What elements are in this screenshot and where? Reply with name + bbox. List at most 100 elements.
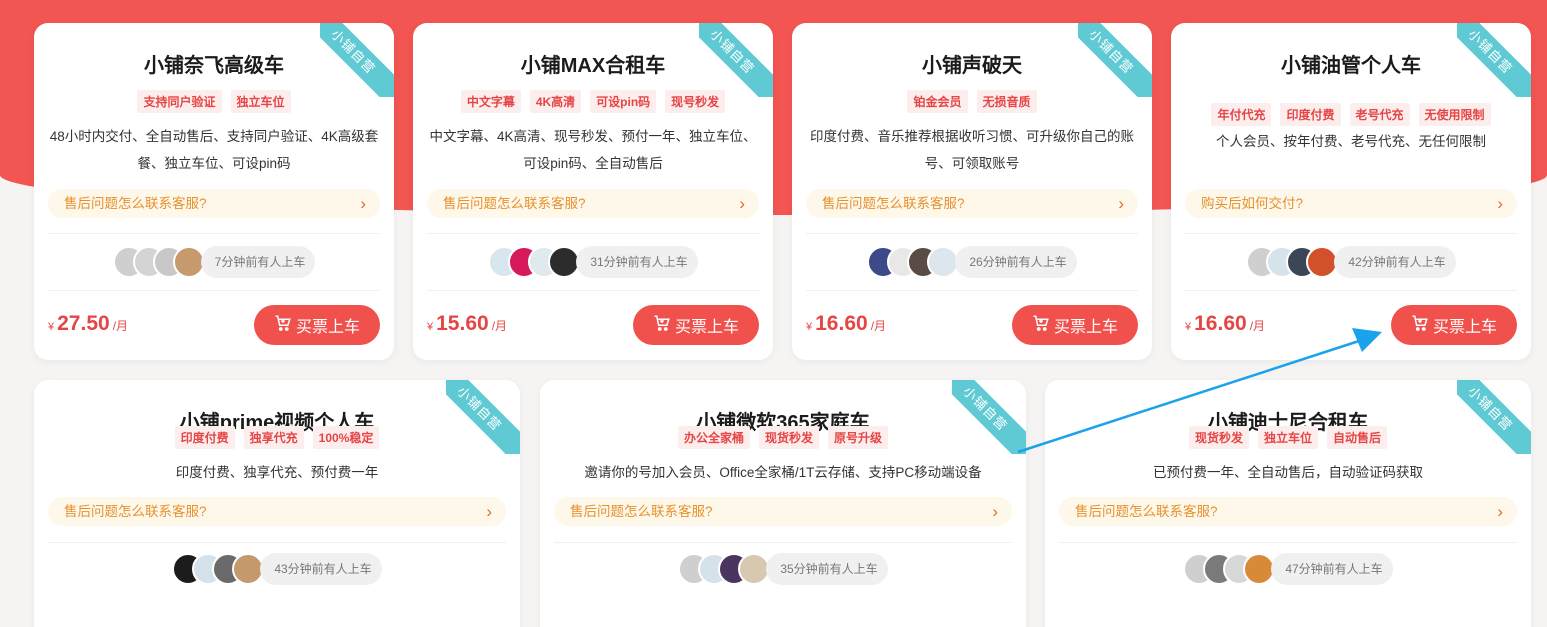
tag-list: 年付代充 印度付费 老号代充 无使用限制 bbox=[1171, 103, 1531, 126]
divider bbox=[48, 233, 380, 234]
cart-icon bbox=[1411, 314, 1429, 337]
chevron-right-icon: › bbox=[739, 194, 745, 213]
product-card[interactable]: 小铺自营 小铺奈飞高级车 支持同户验证 独立车位 48小时内交付、全自动售后、支持同户验… bbox=[34, 23, 394, 360]
chevron-right-icon: › bbox=[486, 502, 492, 521]
recent-rider-badge: 35分钟前有人上车 bbox=[766, 553, 888, 585]
product-card[interactable]: 小铺自营 小铺声破天 铂金会员 无损音质 印度付费、音乐推荐根据收听习惯、可升级你自己的… bbox=[792, 23, 1152, 360]
price-unit: /月 bbox=[491, 319, 508, 333]
product-card[interactable]: 小铺自营 小铺微软365家庭车 办公全家桶 现货秒发 原号升级 邀请你的号加入会员、Off… bbox=[540, 380, 1026, 627]
currency-symbol: ¥ bbox=[48, 321, 55, 333]
recent-rider-badge: 43分钟前有人上车 bbox=[260, 553, 382, 585]
feature-tag: 办公全家桶 bbox=[677, 426, 750, 449]
feature-tag: 无损音质 bbox=[976, 90, 1037, 113]
feature-tag: 独享代充 bbox=[243, 426, 304, 449]
faq-link[interactable]: 售后问题怎么联系客服? › bbox=[48, 189, 380, 218]
chevron-right-icon: › bbox=[1497, 502, 1503, 521]
recent-riders: 43分钟前有人上车 bbox=[34, 553, 520, 585]
recent-rider-badge: 31分钟前有人上车 bbox=[576, 246, 698, 278]
avatar-group bbox=[172, 553, 265, 585]
recent-riders: 7分钟前有人上车 bbox=[34, 246, 394, 278]
buy-ticket-button[interactable]: 买票上车 bbox=[633, 305, 759, 345]
avatar-group bbox=[678, 553, 771, 585]
buy-ticket-button[interactable]: 买票上车 bbox=[1012, 305, 1138, 345]
tag-list: 支持同户验证 独立车位 bbox=[34, 90, 394, 113]
tag-list: 中文字幕 4K高清 可设pin码 现号秒发 bbox=[413, 90, 773, 113]
divider bbox=[48, 290, 380, 291]
feature-tag: 现号秒发 bbox=[665, 90, 726, 113]
faq-link[interactable]: 售后问题怎么联系客服? › bbox=[806, 189, 1138, 218]
feature-tag: 中文字幕 bbox=[460, 90, 521, 113]
divider bbox=[1185, 290, 1517, 291]
product-card[interactable]: 小铺自营 小铺迪士尼合租车 现货秒发 独立车位 自动售后 已预付费一年、全自动售后，自动验… bbox=[1045, 380, 1531, 627]
feature-tag: 独立车位 bbox=[230, 90, 291, 113]
recent-riders: 42分钟前有人上车 bbox=[1171, 246, 1531, 278]
feature-tag: 独立车位 bbox=[1257, 426, 1318, 449]
avatar-group bbox=[867, 246, 960, 278]
chevron-right-icon: › bbox=[1118, 194, 1124, 213]
avatar bbox=[172, 246, 205, 278]
recent-rider-badge: 26分钟前有人上车 bbox=[955, 246, 1077, 278]
divider bbox=[427, 290, 759, 291]
currency-symbol: ¥ bbox=[806, 321, 813, 333]
recent-rider-badge: 7分钟前有人上车 bbox=[200, 246, 316, 278]
cart-icon bbox=[653, 314, 671, 337]
feature-tag: 年付代充 bbox=[1211, 103, 1272, 126]
chevron-right-icon: › bbox=[360, 194, 366, 213]
feature-tag: 原号升级 bbox=[828, 426, 889, 449]
buy-ticket-button[interactable]: 买票上车 bbox=[254, 305, 380, 345]
price: ¥16.60/月 bbox=[806, 312, 886, 336]
price-unit: /月 bbox=[112, 319, 129, 333]
recent-riders: 26分钟前有人上车 bbox=[792, 246, 1152, 278]
tag-list: 办公全家桶 现货秒发 原号升级 bbox=[540, 426, 1026, 449]
avatar-group bbox=[112, 246, 205, 278]
divider bbox=[427, 233, 759, 234]
faq-link[interactable]: 售后问题怎么联系客服? › bbox=[1059, 497, 1517, 526]
avatar-group bbox=[1183, 553, 1276, 585]
recent-riders: 31分钟前有人上车 bbox=[413, 246, 773, 278]
card-description: 邀请你的号加入会员、Office全家桶/1T云存储、支持PC移动端设备 bbox=[584, 465, 982, 480]
feature-tag: 印度付费 bbox=[174, 426, 235, 449]
price: ¥27.50/月 bbox=[48, 312, 128, 336]
feature-tag: 印度付费 bbox=[1280, 103, 1341, 126]
currency-symbol: ¥ bbox=[1185, 321, 1192, 333]
chevron-right-icon: › bbox=[992, 502, 998, 521]
divider bbox=[806, 290, 1138, 291]
price: ¥16.60/月 bbox=[1185, 312, 1265, 336]
price-unit: /月 bbox=[1249, 319, 1266, 333]
divider bbox=[806, 233, 1138, 234]
faq-link[interactable]: 售后问题怎么联系客服? › bbox=[554, 497, 1012, 526]
avatar-group bbox=[488, 246, 581, 278]
tag-list: 现货秒发 独立车位 自动售后 bbox=[1045, 426, 1531, 449]
feature-tag: 100%稳定 bbox=[312, 426, 380, 449]
card-title: 小铺MAX合租车 bbox=[520, 55, 666, 77]
product-card[interactable]: 小铺自营 小铺prime视频个人车 印度付费 独享代充 100%稳定 印度付费、独享代充、… bbox=[34, 380, 520, 627]
recent-riders: 35分钟前有人上车 bbox=[540, 553, 1026, 585]
cart-icon bbox=[1032, 314, 1050, 337]
feature-tag: 现货秒发 bbox=[758, 426, 819, 449]
product-card[interactable]: 小铺自营 小铺MAX合租车 中文字幕 4K高清 可设pin码 现号秒发 中文字幕、4K高清、… bbox=[413, 23, 773, 360]
faq-link[interactable]: 售后问题怎么联系客服? › bbox=[427, 189, 759, 218]
currency-symbol: ¥ bbox=[427, 321, 434, 333]
price-value: 16.60 bbox=[815, 312, 868, 335]
price: ¥15.60/月 bbox=[427, 312, 507, 336]
faq-link[interactable]: 售后问题怎么联系客服? › bbox=[48, 497, 506, 526]
price-value: 15.60 bbox=[436, 312, 489, 335]
recent-rider-badge: 47分钟前有人上车 bbox=[1271, 553, 1393, 585]
feature-tag: 可设pin码 bbox=[590, 90, 657, 113]
recent-rider-badge: 42分钟前有人上车 bbox=[1334, 246, 1456, 278]
card-description: 48小时内交付、全自动售后、支持同户验证、4K高级套餐、独立车位、可设pin码 bbox=[49, 129, 379, 171]
feature-tag: 老号代充 bbox=[1349, 103, 1410, 126]
feature-tag: 支持同户验证 bbox=[137, 90, 222, 113]
card-description: 个人会员、按年付费、老号代充、无任何限制 bbox=[1216, 134, 1486, 149]
faq-link[interactable]: 购买后如何交付? › bbox=[1185, 189, 1517, 218]
cart-icon bbox=[274, 314, 292, 337]
card-description: 印度付费、独享代充、预付费一年 bbox=[175, 465, 379, 480]
divider bbox=[48, 542, 506, 543]
feature-tag: 4K高清 bbox=[529, 90, 582, 113]
divider bbox=[554, 542, 1012, 543]
avatar-group bbox=[1246, 246, 1339, 278]
card-description: 中文字幕、4K高清、现号秒发、预付一年、独立车位、可设pin码、全自动售后 bbox=[429, 129, 757, 171]
buy-ticket-button[interactable]: 买票上车 bbox=[1391, 305, 1517, 345]
product-card[interactable]: 小铺自营 小铺油管个人车 年付代充 印度付费 老号代充 无使用限制 个人会员、按年付费、老号… bbox=[1171, 23, 1531, 360]
price-value: 16.60 bbox=[1194, 312, 1247, 335]
